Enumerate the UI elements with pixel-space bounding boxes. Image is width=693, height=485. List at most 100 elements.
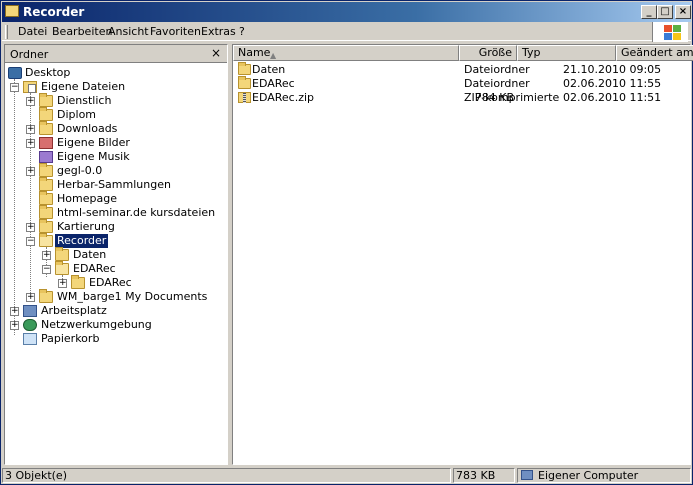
toolbar-grip[interactable] [5,25,8,39]
file-row-daten[interactable]: Daten Dateiordner 21.10.2010 09:05 [233,62,692,77]
menu-extras[interactable]: Extras [201,25,236,39]
menu-datei[interactable]: Datei [18,25,47,39]
expand-icon[interactable]: + [26,223,35,232]
tree-item-eigene-dateien[interactable]: − Eigene Dateien [5,80,225,94]
expand-icon[interactable]: + [58,279,67,288]
tree-item-wm-barge1[interactable]: + WM_barge1 My Documents [5,289,225,304]
tree-item-label: Papierkorb [41,332,100,345]
tree-item-label: Dienstlich [57,94,112,107]
computer-icon [23,305,37,317]
tree-item-eigene-bilder[interactable]: + Eigene Bilder [5,136,225,150]
folder-icon [39,205,53,219]
folder-open-icon [39,233,53,247]
tree-item-daten[interactable]: + Daten [5,247,225,262]
zip-icon [238,92,251,103]
folder-icon [39,93,53,107]
windows-logo-icon [652,22,688,42]
tree-item-kartierung[interactable]: + Kartierung [5,219,225,234]
folder-icon [55,247,69,261]
menu-ansicht[interactable]: Ansicht [108,25,149,39]
column-header-label: Name [238,46,271,59]
column-header-size[interactable]: Größe [459,45,517,61]
expand-icon[interactable]: + [10,307,19,316]
tree-item-herbar-sammlungen[interactable]: Herbar-Sammlungen [5,177,225,192]
expand-icon[interactable]: + [26,97,35,106]
expand-icon[interactable]: + [26,293,35,302]
menu-bearbeiten[interactable]: Bearbeiten [52,25,112,39]
tree-item-label: Downloads [57,122,118,135]
sort-ascending-icon: ▲ [270,51,277,60]
expand-icon[interactable]: + [26,139,35,148]
file-row-edarec-zip[interactable]: EDARec.zip 784 KB ZIP-komprimierter O...… [233,91,692,105]
menu-favoriten[interactable]: Favoriten [150,25,201,39]
my-pictures-icon [39,137,53,149]
collapse-icon[interactable]: − [10,83,19,92]
tree-item-papierkorb[interactable]: Papierkorb [5,332,225,346]
tree-item-arbeitsplatz[interactable]: + Arbeitsplatz [5,304,225,318]
collapse-icon[interactable]: − [26,237,35,246]
tree-item-netzwerkumgebung[interactable]: + Netzwerkumgebung [5,318,225,332]
tree-item-label: Arbeitsplatz [41,304,107,317]
tree-item-label: Eigene Dateien [41,80,126,93]
expand-icon[interactable]: + [26,125,35,134]
file-name: EDARec.zip [252,91,315,104]
expand-icon[interactable]: + [26,167,35,176]
folder-icon [39,121,53,135]
expand-icon[interactable]: + [10,321,19,330]
tree-item-desktop[interactable]: Desktop [5,66,225,80]
close-button[interactable]: × [675,5,691,19]
tree-item-homepage[interactable]: Homepage [5,191,225,206]
folder-icon [39,191,53,205]
folder-icon [39,177,53,191]
folder-icon [39,107,53,121]
status-zone: Eigener Computer [517,468,691,483]
tree-item-dienstlich[interactable]: + Dienstlich [5,93,225,108]
tree-item-gegl[interactable]: + gegl-0.0 [5,163,225,178]
minimize-button[interactable]: _ [641,5,657,19]
status-bar: 3 Objekt(e) 783 KB Eigener Computer [2,467,691,484]
tree-item-label: Eigene Musik [57,150,130,163]
folder-icon [39,289,53,303]
file-list-pane[interactable]: Name ▲ Größe Typ Geändert am Daten Datei… [232,44,693,465]
recycle-bin-icon [23,333,37,345]
tree-item-label: Homepage [57,192,117,205]
tree-item-eigene-musik[interactable]: Eigene Musik [5,150,225,164]
file-date: 21.10.2010 09:05 [563,63,662,76]
tree-item-label: EDARec [73,262,116,275]
column-header-type[interactable]: Typ [517,45,616,61]
tree-item-label: Herbar-Sammlungen [57,178,171,191]
column-header-name[interactable]: Name ▲ [233,45,459,61]
close-icon[interactable]: × [211,47,221,60]
tree-item-recorder[interactable]: − Recorder [5,233,225,248]
collapse-icon[interactable]: − [42,265,51,274]
status-total-size: 783 KB [453,468,515,483]
tree-item-edarec[interactable]: − EDARec [5,261,225,276]
folder-icon [39,219,53,233]
computer-icon [521,470,533,480]
file-type: Dateiordner [464,77,530,90]
menu-help[interactable]: ? [239,25,245,39]
maximize-button[interactable]: □ [657,5,673,19]
folder-open-icon [55,261,69,275]
expand-icon[interactable]: + [42,251,51,260]
file-type: ZIP-komprimierter O... [464,91,559,104]
tree-item-label: Recorder [55,234,109,248]
title-bar[interactable]: Recorder _ □ × [2,2,691,22]
folder-icon [39,163,53,177]
tree-item-downloads[interactable]: + Downloads [5,121,225,136]
file-row-edarec[interactable]: EDARec Dateiordner 02.06.2010 11:55 [233,76,692,91]
tree-item-label: Diplom [57,108,97,121]
tree-item-label: EDARec [89,276,132,289]
window-title: Recorder [23,5,85,19]
tree-item-edarec-nested[interactable]: + EDARec [5,275,225,290]
file-name: Daten [252,63,286,76]
folder-icon [5,5,19,17]
file-date: 02.06.2010 11:55 [563,77,662,90]
folder-tree-pane[interactable]: Ordner × Desktop − Eigene Dateien + Dien… [4,44,228,465]
tree-item-diplom[interactable]: Diplom [5,107,225,122]
my-music-icon [39,151,53,163]
network-icon [23,319,37,331]
tree-item-label: html-seminar.de kursdateien [57,206,216,219]
column-header-date[interactable]: Geändert am [616,45,693,61]
tree-item-html-seminar[interactable]: html-seminar.de kursdateien [5,205,225,220]
